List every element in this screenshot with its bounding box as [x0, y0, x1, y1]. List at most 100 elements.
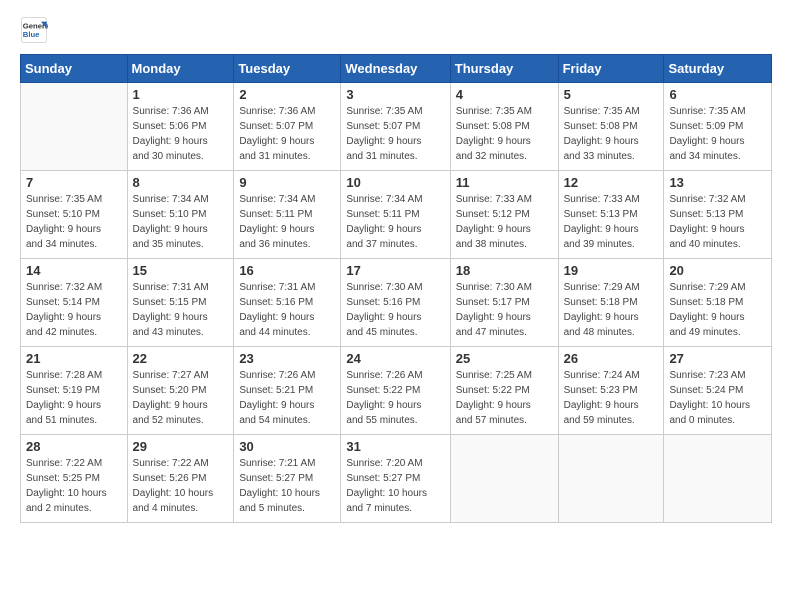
day-info: Sunrise: 7:36 AM Sunset: 5:07 PM Dayligh… [239, 104, 335, 164]
day-cell: 9 Sunrise: 7:34 AM Sunset: 5:11 PM Daylig… [234, 171, 341, 259]
day-info: Sunrise: 7:34 AM Sunset: 5:11 PM Dayligh… [239, 192, 335, 252]
day-cell: 28 Sunrise: 7:22 AM Sunset: 5:25 PM Dayli… [21, 435, 128, 523]
day-info: Sunrise: 7:35 AM Sunset: 5:07 PM Dayligh… [346, 104, 444, 164]
day-cell: 23Sunrise: 7:26 AM Sunset: 5:21 PM Dayli… [234, 347, 341, 435]
day-number: 4 [456, 87, 553, 102]
day-cell: 14 Sunrise: 7:32 AM Sunset: 5:14 PM Dayli… [21, 259, 128, 347]
col-header-tuesday: Tuesday [234, 55, 341, 83]
day-number: 8 [133, 175, 229, 190]
week-row-0: 1 Sunrise: 7:36 AM Sunset: 5:06 PM Daylig… [21, 83, 772, 171]
day-number: 18 [456, 263, 553, 278]
day-cell: 30 Sunrise: 7:21 AM Sunset: 5:27 PM Dayli… [234, 435, 341, 523]
day-cell [21, 83, 128, 171]
day-cell: 16 Sunrise: 7:31 AM Sunset: 5:16 PM Dayli… [234, 259, 341, 347]
day-cell: 27 Sunrise: 7:23 AM Sunset: 5:24 PM Dayli… [664, 347, 772, 435]
day-info: Sunrise: 7:35 AM Sunset: 5:09 PM Dayligh… [669, 104, 766, 164]
day-number: 27 [669, 351, 766, 366]
day-number: 1 [133, 87, 229, 102]
day-cell: 12 Sunrise: 7:33 AM Sunset: 5:13 PM Dayli… [558, 171, 664, 259]
logo: General Blue [20, 16, 48, 44]
day-cell [558, 435, 664, 523]
day-number: 11 [456, 175, 553, 190]
day-number: 9 [239, 175, 335, 190]
day-info: Sunrise: 7:30 AM Sunset: 5:17 PM Dayligh… [456, 280, 553, 340]
day-info: Sunrise: 7:33 AM Sunset: 5:13 PM Dayligh… [564, 192, 659, 252]
svg-text:Blue: Blue [23, 30, 40, 39]
col-header-monday: Monday [127, 55, 234, 83]
day-cell: 6Sunrise: 7:35 AM Sunset: 5:09 PM Daylig… [664, 83, 772, 171]
day-info: Sunrise: 7:31 AM Sunset: 5:15 PM Dayligh… [133, 280, 229, 340]
day-info: Sunrise: 7:24 AM Sunset: 5:23 PM Dayligh… [564, 368, 659, 428]
day-info: Sunrise: 7:34 AM Sunset: 5:10 PM Dayligh… [133, 192, 229, 252]
day-number: 5 [564, 87, 659, 102]
day-cell [450, 435, 558, 523]
day-info: Sunrise: 7:35 AM Sunset: 5:08 PM Dayligh… [456, 104, 553, 164]
day-info: Sunrise: 7:35 AM Sunset: 5:10 PM Dayligh… [26, 192, 122, 252]
day-number: 24 [346, 351, 444, 366]
day-number: 3 [346, 87, 444, 102]
day-number: 29 [133, 439, 229, 454]
day-info: Sunrise: 7:35 AM Sunset: 5:08 PM Dayligh… [564, 104, 659, 164]
day-number: 12 [564, 175, 659, 190]
header: General Blue [20, 16, 772, 44]
day-cell: 20 Sunrise: 7:29 AM Sunset: 5:18 PM Dayli… [664, 259, 772, 347]
day-info: Sunrise: 7:36 AM Sunset: 5:06 PM Dayligh… [133, 104, 229, 164]
day-cell: 24 Sunrise: 7:26 AM Sunset: 5:22 PM Dayli… [341, 347, 450, 435]
day-info: Sunrise: 7:23 AM Sunset: 5:24 PM Dayligh… [669, 368, 766, 428]
day-number: 7 [26, 175, 122, 190]
day-info: Sunrise: 7:31 AM Sunset: 5:16 PM Dayligh… [239, 280, 335, 340]
day-info: Sunrise: 7:20 AM Sunset: 5:27 PM Dayligh… [346, 456, 444, 516]
logo-icon: General Blue [20, 16, 48, 44]
day-cell: 7 Sunrise: 7:35 AM Sunset: 5:10 PM Daylig… [21, 171, 128, 259]
day-info: Sunrise: 7:32 AM Sunset: 5:14 PM Dayligh… [26, 280, 122, 340]
day-cell: 13 Sunrise: 7:32 AM Sunset: 5:13 PM Dayli… [664, 171, 772, 259]
day-number: 14 [26, 263, 122, 278]
day-info: Sunrise: 7:34 AM Sunset: 5:11 PM Dayligh… [346, 192, 444, 252]
day-info: Sunrise: 7:32 AM Sunset: 5:13 PM Dayligh… [669, 192, 766, 252]
day-info: Sunrise: 7:28 AM Sunset: 5:19 PM Dayligh… [26, 368, 122, 428]
day-number: 13 [669, 175, 766, 190]
header-row: SundayMondayTuesdayWednesdayThursdayFrid… [21, 55, 772, 83]
day-number: 21 [26, 351, 122, 366]
day-cell: 29 Sunrise: 7:22 AM Sunset: 5:26 PM Dayli… [127, 435, 234, 523]
page: General Blue SundayMondayTuesdayWednesda… [0, 0, 792, 539]
day-cell: 2Sunrise: 7:36 AM Sunset: 5:07 PM Daylig… [234, 83, 341, 171]
day-cell [664, 435, 772, 523]
day-info: Sunrise: 7:27 AM Sunset: 5:20 PM Dayligh… [133, 368, 229, 428]
day-info: Sunrise: 7:29 AM Sunset: 5:18 PM Dayligh… [669, 280, 766, 340]
col-header-friday: Friday [558, 55, 664, 83]
day-info: Sunrise: 7:22 AM Sunset: 5:25 PM Dayligh… [26, 456, 122, 516]
week-row-3: 21 Sunrise: 7:28 AM Sunset: 5:19 PM Dayli… [21, 347, 772, 435]
day-number: 22 [133, 351, 229, 366]
day-number: 16 [239, 263, 335, 278]
day-cell: 21 Sunrise: 7:28 AM Sunset: 5:19 PM Dayli… [21, 347, 128, 435]
day-number: 20 [669, 263, 766, 278]
day-info: Sunrise: 7:25 AM Sunset: 5:22 PM Dayligh… [456, 368, 553, 428]
day-number: 30 [239, 439, 335, 454]
day-cell: 10 Sunrise: 7:34 AM Sunset: 5:11 PM Dayli… [341, 171, 450, 259]
day-info: Sunrise: 7:21 AM Sunset: 5:27 PM Dayligh… [239, 456, 335, 516]
day-info: Sunrise: 7:26 AM Sunset: 5:22 PM Dayligh… [346, 368, 444, 428]
col-header-sunday: Sunday [21, 55, 128, 83]
col-header-thursday: Thursday [450, 55, 558, 83]
day-number: 26 [564, 351, 659, 366]
day-cell: 31 Sunrise: 7:20 AM Sunset: 5:27 PM Dayli… [341, 435, 450, 523]
day-number: 31 [346, 439, 444, 454]
day-number: 28 [26, 439, 122, 454]
day-cell: 17Sunrise: 7:30 AM Sunset: 5:16 PM Dayli… [341, 259, 450, 347]
day-cell: 1 Sunrise: 7:36 AM Sunset: 5:06 PM Daylig… [127, 83, 234, 171]
day-info: Sunrise: 7:22 AM Sunset: 5:26 PM Dayligh… [133, 456, 229, 516]
day-number: 10 [346, 175, 444, 190]
day-cell: 11 Sunrise: 7:33 AM Sunset: 5:12 PM Dayli… [450, 171, 558, 259]
day-number: 19 [564, 263, 659, 278]
week-row-1: 7 Sunrise: 7:35 AM Sunset: 5:10 PM Daylig… [21, 171, 772, 259]
day-number: 15 [133, 263, 229, 278]
week-row-2: 14 Sunrise: 7:32 AM Sunset: 5:14 PM Dayli… [21, 259, 772, 347]
day-cell: 25Sunrise: 7:25 AM Sunset: 5:22 PM Dayli… [450, 347, 558, 435]
col-header-wednesday: Wednesday [341, 55, 450, 83]
day-number: 17 [346, 263, 444, 278]
calendar: SundayMondayTuesdayWednesdayThursdayFrid… [20, 54, 772, 523]
col-header-saturday: Saturday [664, 55, 772, 83]
day-cell: 3 Sunrise: 7:35 AM Sunset: 5:07 PM Daylig… [341, 83, 450, 171]
day-info: Sunrise: 7:33 AM Sunset: 5:12 PM Dayligh… [456, 192, 553, 252]
